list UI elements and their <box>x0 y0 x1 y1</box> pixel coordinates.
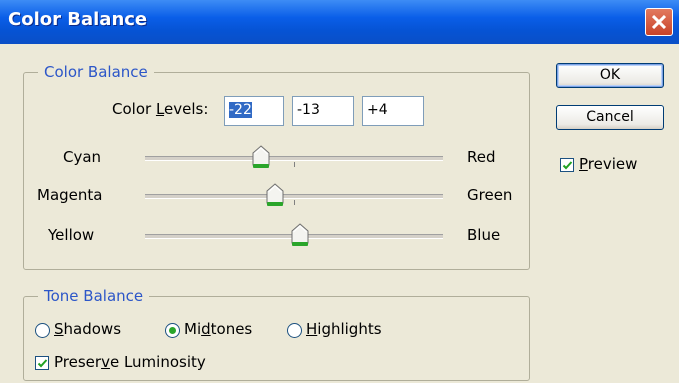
ok-button[interactable]: OK <box>556 63 664 88</box>
magenta-green-slider-track[interactable] <box>145 194 443 199</box>
preview-label[interactable]: Preview <box>579 155 637 173</box>
midtones-radio[interactable] <box>165 323 180 338</box>
slider-right-label-green: Green <box>467 186 513 204</box>
shadows-radio[interactable] <box>35 323 50 338</box>
preview-checkbox[interactable] <box>560 158 574 172</box>
yellow-blue-slider-thumb[interactable] <box>290 223 310 247</box>
slider-right-label-blue: Blue <box>467 226 501 244</box>
highlights-label[interactable]: Highlights <box>306 320 382 338</box>
color-levels-label: Color Levels: <box>112 100 209 118</box>
cyan-red-slider-center-tick <box>294 162 295 167</box>
close-button[interactable] <box>645 8 673 36</box>
slider-left-label-magenta: Magenta <box>37 186 103 204</box>
color-level-cyan-red-input[interactable]: -22 <box>224 96 284 126</box>
cyan-red-slider-thumb[interactable] <box>251 145 271 169</box>
color-balance-legend: Color Balance <box>44 63 148 81</box>
color-level-magenta-green-input[interactable]: -13 <box>292 96 354 126</box>
preserve-luminosity-checkbox[interactable] <box>35 356 49 370</box>
tone-balance-legend: Tone Balance <box>44 287 144 305</box>
shadows-label[interactable]: Shadows <box>54 320 121 338</box>
checkmark-icon <box>37 359 48 368</box>
checkmark-icon <box>562 161 573 170</box>
slider-left-label-yellow: Yellow <box>48 226 95 244</box>
color-level-yellow-blue-input[interactable]: +4 <box>362 96 424 126</box>
cyan-red-slider-track[interactable] <box>145 156 443 161</box>
slider-left-label-cyan: Cyan <box>63 148 102 166</box>
magenta-green-slider-center-tick <box>294 200 295 205</box>
highlights-radio[interactable] <box>287 323 302 338</box>
slider-right-label-red: Red <box>467 148 496 166</box>
midtones-label[interactable]: Midtones <box>184 320 252 338</box>
magenta-green-slider-thumb[interactable] <box>265 183 285 207</box>
cancel-button[interactable]: Cancel <box>556 105 664 130</box>
midtones-radio-dot <box>169 327 176 334</box>
window-title: Color Balance <box>8 9 148 30</box>
close-icon <box>652 15 666 29</box>
preserve-luminosity-label[interactable]: Preserve Luminosity <box>54 353 206 371</box>
title-bar[interactable]: Color Balance <box>0 0 679 44</box>
